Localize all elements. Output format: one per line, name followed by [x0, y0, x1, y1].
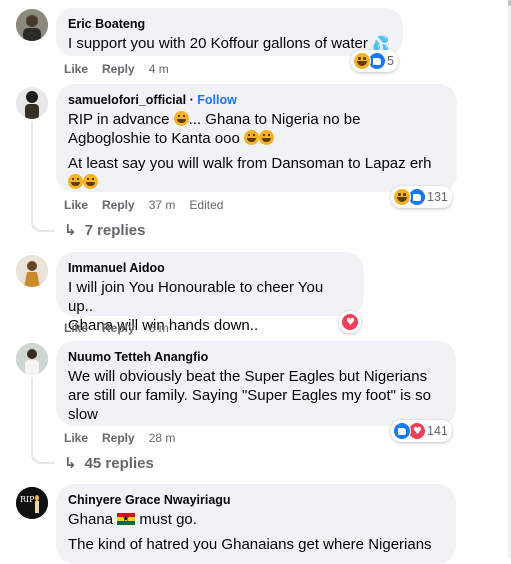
comment-text: Ghana must go. — [68, 510, 444, 529]
reply-button[interactable]: Reply — [102, 321, 135, 335]
avatar-rip-text: RIP — [20, 495, 35, 504]
laughing-emoji-icon — [173, 111, 189, 126]
person-photo-icon — [16, 343, 48, 375]
avatar[interactable] — [16, 343, 48, 375]
comment-actions: Like Reply 28 m — [64, 430, 189, 446]
comment-text: The kind of hatred you Ghanaians get whe… — [68, 536, 432, 553]
comment-author[interactable]: Immanuel Aidoo — [68, 260, 352, 276]
person-photo-icon — [16, 9, 48, 41]
comment-bubble: Immanuel Aidoo I will join You Honourabl… — [56, 252, 364, 334]
timestamp[interactable]: 28 m — [149, 431, 176, 445]
reactions-summary[interactable]: 5 — [351, 50, 398, 72]
view-replies-link[interactable]: ↳ 7 replies — [64, 221, 145, 239]
laughing-emoji-icon — [68, 174, 83, 189]
timestamp[interactable]: 37 m — [149, 198, 176, 212]
comment-actions: Like Reply 37 m Edited — [64, 197, 237, 213]
avatar[interactable] — [16, 255, 48, 287]
comment-bubble: Nuumo Tetteh Anangfio We will obviously … — [56, 341, 456, 426]
reply-button[interactable]: Reply — [102, 198, 135, 212]
person-photo-icon — [16, 255, 48, 287]
reaction-count: 141 — [427, 424, 448, 438]
thread-connector — [31, 448, 55, 464]
comment-text: RIP in advance ... Ghana to Nigeria no b… — [68, 111, 361, 147]
avatar[interactable] — [16, 87, 48, 119]
comment-bubble: Chinyere Grace Nwayiriagu Ghana must go.… — [56, 484, 456, 564]
reaction-count: 131 — [427, 190, 448, 204]
edited-label[interactable]: Edited — [189, 198, 223, 212]
haha-reaction-icon — [353, 52, 371, 70]
comment-author[interactable]: Eric Boateng — [68, 16, 391, 32]
like-button[interactable]: Like — [64, 62, 88, 76]
comment-bubble: Eric Boateng I support you with 20 Koffo… — [56, 8, 403, 56]
rip-candle-avatar-icon: RIP — [16, 487, 48, 519]
reactions-summary[interactable]: ♥ — [339, 311, 361, 333]
thread-connector — [31, 216, 55, 232]
follow-button[interactable]: Follow — [197, 93, 237, 107]
thread-line — [31, 122, 33, 218]
like-button[interactable]: Like — [64, 198, 88, 212]
reply-button[interactable]: Reply — [102, 431, 135, 445]
view-replies-link[interactable]: ↳ 45 replies — [64, 454, 154, 472]
comment-text: I support you with 20 Koffour gallons of… — [68, 35, 390, 52]
like-reaction-icon — [393, 422, 411, 440]
comment-text: We will obviously beat the Super Eagles … — [68, 368, 432, 423]
person-photo-icon — [16, 87, 48, 119]
haha-reaction-icon — [393, 188, 411, 206]
comment-author: samuelofori_official · Follow — [68, 93, 237, 107]
comment-actions: Like Reply 4 m — [64, 61, 183, 77]
timestamp[interactable]: 4 m — [149, 62, 169, 76]
like-button[interactable]: Like — [64, 321, 88, 335]
laughing-emoji-icon — [243, 130, 259, 145]
reply-arrow-icon: ↳ — [64, 221, 77, 239]
timestamp[interactable]: 6 m — [149, 321, 169, 335]
reaction-count: 5 — [387, 54, 394, 68]
avatar[interactable] — [16, 9, 48, 41]
comment-author[interactable]: Chinyere Grace Nwayiriagu — [68, 492, 444, 508]
like-button[interactable]: Like — [64, 431, 88, 445]
comment-actions: Like Reply 6 m — [64, 320, 183, 336]
reactions-summary[interactable]: 131 — [391, 186, 452, 208]
laughing-emoji-icon — [83, 174, 98, 189]
love-reaction-icon: ♥ — [341, 313, 359, 331]
avatar[interactable]: RIP — [16, 487, 48, 519]
reply-arrow-icon: ↳ — [64, 454, 77, 472]
reactions-summary[interactable]: ♥ 141 — [391, 420, 452, 442]
laughing-emoji-icon — [258, 130, 274, 145]
comment-text: At least say you will walk from Dansoman… — [68, 154, 445, 192]
comment-bubble: samuelofori_official · Follow RIP in adv… — [56, 84, 457, 192]
reply-button[interactable]: Reply — [102, 62, 135, 76]
thread-line — [31, 378, 33, 450]
ghana-flag-icon — [117, 513, 136, 525]
comment-author[interactable]: Nuumo Tetteh Anangfio — [68, 349, 444, 365]
